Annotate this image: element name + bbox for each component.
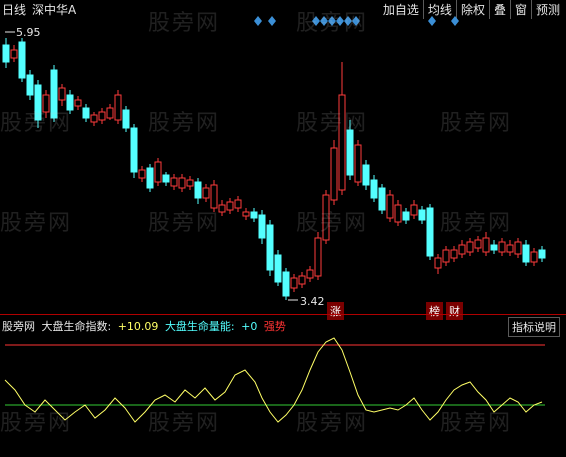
indicator-name-2: 大盘生命量能: bbox=[164, 320, 235, 333]
candle-body bbox=[522, 244, 530, 263]
candle-body bbox=[434, 257, 442, 269]
candle-body bbox=[490, 244, 498, 251]
watermark: 股旁网 bbox=[296, 211, 369, 236]
candle-body bbox=[498, 241, 506, 253]
candle-body bbox=[402, 211, 410, 221]
watermark: 股旁网 bbox=[440, 111, 513, 136]
candle-body bbox=[226, 201, 234, 211]
candle-body bbox=[170, 177, 178, 187]
candle-body bbox=[466, 241, 474, 253]
signal-diamond bbox=[428, 16, 436, 26]
indicator-value-2: +0 bbox=[241, 320, 258, 333]
candle-body bbox=[162, 174, 170, 183]
candle-body bbox=[90, 114, 98, 123]
chart-window: 日线 深中华A 加自选 均线 除权 叠 窗 预测 5.95 3.42 涨 榜 财 … bbox=[0, 0, 566, 457]
candle-body bbox=[482, 237, 490, 253]
candle-body bbox=[394, 204, 402, 223]
candle-body bbox=[234, 199, 242, 209]
candle-body bbox=[330, 147, 338, 201]
candle-body bbox=[138, 169, 146, 179]
candle-body bbox=[282, 271, 290, 297]
candle-body bbox=[450, 249, 458, 259]
finance-tag[interactable]: 财 bbox=[446, 302, 463, 320]
candle-body bbox=[2, 44, 10, 63]
candle-body bbox=[298, 275, 306, 285]
candle-body bbox=[58, 87, 66, 101]
candle-body bbox=[130, 127, 138, 173]
candle-body bbox=[538, 249, 546, 259]
low-price-label: 3.42 bbox=[300, 295, 325, 308]
candle-body bbox=[306, 269, 314, 279]
candle-body bbox=[386, 194, 394, 219]
candle-body bbox=[114, 94, 122, 121]
candle-body bbox=[250, 211, 258, 219]
candle-body bbox=[290, 277, 298, 289]
candle-body bbox=[258, 214, 266, 239]
candle-body bbox=[474, 239, 482, 249]
watermark: 股旁网 bbox=[148, 11, 221, 36]
candle-body bbox=[98, 111, 106, 121]
candle-body bbox=[26, 74, 34, 96]
candle-body bbox=[418, 209, 426, 221]
watermark: 股旁网 bbox=[148, 411, 221, 436]
candle-body bbox=[354, 144, 362, 183]
candle-body bbox=[106, 107, 114, 119]
candle-body bbox=[506, 244, 514, 253]
indicator-source: 股旁网 bbox=[2, 320, 35, 333]
candle-body bbox=[410, 204, 418, 216]
candle-body bbox=[378, 187, 386, 211]
candle-body bbox=[314, 237, 322, 277]
candle-body bbox=[458, 244, 466, 255]
high-price-label: 5.95 bbox=[16, 26, 41, 39]
candle-body bbox=[186, 179, 194, 187]
panel-divider bbox=[0, 314, 566, 315]
candle-body bbox=[82, 107, 90, 119]
candle-body bbox=[154, 161, 162, 183]
candle-body bbox=[194, 181, 202, 199]
indicator-status: 强势 bbox=[263, 320, 286, 333]
candle-body bbox=[202, 187, 210, 199]
indicator-name-1: 大盘生命指数: bbox=[41, 320, 112, 333]
ranking-tag[interactable]: 榜 bbox=[426, 302, 443, 320]
watermark: 股旁网 bbox=[0, 211, 73, 236]
watermark: 股旁网 bbox=[296, 111, 369, 136]
watermark: 股旁网 bbox=[148, 211, 221, 236]
candle-body bbox=[18, 41, 26, 79]
watermark: 股旁网 bbox=[0, 111, 73, 136]
watermark: 股旁网 bbox=[0, 411, 73, 436]
signal-diamond bbox=[268, 16, 276, 26]
watermark: 股旁网 bbox=[440, 411, 513, 436]
watermark: 股旁网 bbox=[296, 411, 369, 436]
watermark: 股旁网 bbox=[296, 11, 369, 36]
candle-body bbox=[266, 224, 274, 271]
candle-body bbox=[442, 249, 450, 263]
candle-body bbox=[178, 177, 186, 189]
candle-body bbox=[530, 251, 538, 263]
signal-diamond bbox=[254, 16, 262, 26]
candle-body bbox=[514, 241, 522, 255]
candle-body bbox=[122, 109, 130, 129]
indicator-help-button[interactable]: 指标说明 bbox=[508, 317, 560, 337]
candle-body bbox=[10, 49, 18, 59]
candle-body bbox=[242, 211, 250, 217]
candle-body bbox=[274, 254, 282, 283]
limit-up-tag[interactable]: 涨 bbox=[327, 302, 344, 320]
watermark: 股旁网 bbox=[148, 111, 221, 136]
candle-body bbox=[426, 207, 434, 257]
indicator-value-1: +10.09 bbox=[117, 320, 159, 333]
candle-body bbox=[362, 164, 370, 186]
candle-body bbox=[146, 167, 154, 189]
indicator-header: 股旁网 大盘生命指数: +10.09 大盘生命量能: +0 强势 bbox=[2, 318, 289, 334]
signal-diamond bbox=[451, 16, 459, 26]
watermark: 股旁网 bbox=[440, 211, 513, 236]
candle-body bbox=[74, 99, 82, 107]
candle-body bbox=[370, 179, 378, 199]
